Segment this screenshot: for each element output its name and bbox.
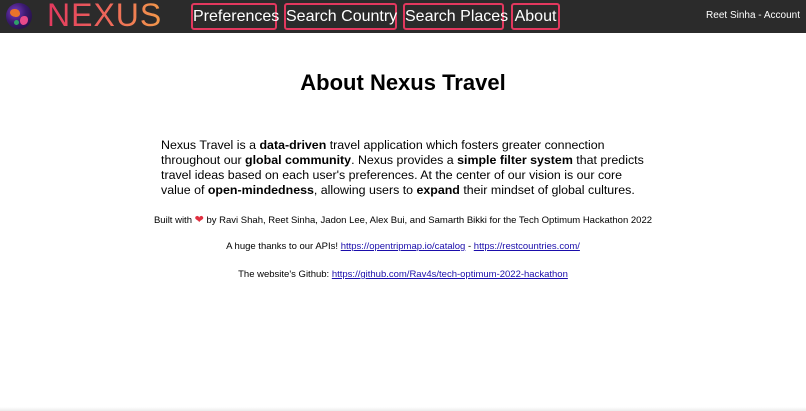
credits-prefix: Built with xyxy=(153,215,192,226)
description-bold: expand xyxy=(416,183,460,197)
description-text: Nexus Travel is a xyxy=(161,138,260,152)
restcountries-link[interactable]: https://restcountries.com/ xyxy=(474,241,580,252)
nav-preferences-button[interactable]: Preferences xyxy=(191,3,279,30)
credits-suffix: by Ravi Shah, Reet Sinha, Jadon Lee, Ale… xyxy=(206,215,653,226)
globe-icon[interactable] xyxy=(6,3,32,29)
nav-search-places-button[interactable]: Search Places xyxy=(403,3,508,30)
logo-text[interactable]: NEXUS xyxy=(47,0,162,33)
about-description: Nexus Travel is a data-driven travel app… xyxy=(161,138,651,198)
account-link[interactable]: Reet Sinha - Account xyxy=(706,10,800,21)
apis-separator: - xyxy=(467,241,472,252)
opentripmap-link[interactable]: https://opentripmap.io/catalog xyxy=(341,241,466,252)
nav-search-country-button[interactable]: Search Country xyxy=(284,3,397,30)
description-bold: open-mindedness xyxy=(207,183,314,197)
nav-about-button[interactable]: About xyxy=(511,3,560,30)
navbar: NEXUS Preferences Search Country Search … xyxy=(0,0,806,33)
description-text: their mindset of global cultures. xyxy=(459,183,635,197)
credits-line: Built with ❤ by Ravi Shah, Reet Sinha, J… xyxy=(0,213,806,226)
description-text: , allowing users to xyxy=(313,183,417,197)
description-bold: data-driven xyxy=(259,138,327,152)
apis-line: A huge thanks to our APIs! https://opent… xyxy=(0,241,806,252)
heart-icon: ❤ xyxy=(194,214,204,226)
description-bold: global community xyxy=(245,153,352,167)
github-line: The website's Github: https://github.com… xyxy=(0,269,806,280)
page-title: About Nexus Travel xyxy=(300,70,506,95)
apis-prefix: A huge thanks to our APIs! xyxy=(226,241,339,252)
description-bold: simple filter system xyxy=(457,153,573,167)
bottom-shadow xyxy=(0,407,806,411)
github-prefix: The website's Github: xyxy=(238,269,330,280)
github-link[interactable]: https://github.com/Rav4s/tech-optimum-20… xyxy=(332,269,568,280)
description-text: . Nexus provides a xyxy=(351,153,458,167)
